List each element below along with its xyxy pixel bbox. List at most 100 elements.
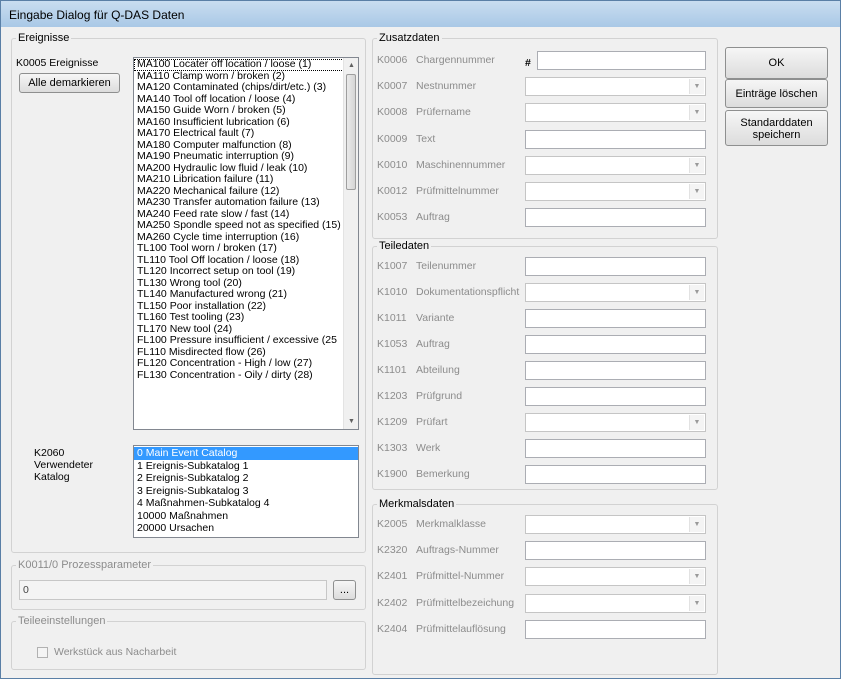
field-key: K2005 bbox=[377, 518, 408, 530]
catalog-listbox[interactable]: 0 Main Event Catalog 1 Ereignis-Subkatalo… bbox=[133, 445, 359, 538]
field-input[interactable] bbox=[525, 465, 706, 484]
catalog-label-line2: Verwendeter bbox=[34, 459, 93, 471]
chevron-down-icon[interactable]: ▼ bbox=[689, 517, 704, 532]
scroll-down-icon[interactable]: ▼ bbox=[344, 414, 358, 429]
list-item[interactable]: MA250 Spondle speed not as specified (15… bbox=[134, 219, 344, 232]
field-key: K1900 bbox=[377, 468, 408, 480]
field-key: K0006 bbox=[377, 54, 408, 66]
field-name: Prüfmittelauflösung bbox=[416, 622, 506, 635]
alle-demarkieren-button[interactable]: Alle demarkieren bbox=[19, 73, 120, 93]
chevron-down-icon[interactable]: ▼ bbox=[689, 79, 704, 95]
ereignisse-listbox[interactable]: MA100 Locater off location / loose (1) MA… bbox=[133, 57, 359, 430]
ereignisse-scrollbar[interactable]: ▲ ▼ bbox=[343, 58, 358, 429]
catalog-item[interactable]: 20000 Ursachen bbox=[134, 522, 358, 535]
catalog-label-key: K2060 bbox=[34, 447, 65, 459]
catalog-item[interactable]: 0 Main Event Catalog bbox=[134, 447, 358, 460]
catalog-item[interactable]: 4 Maßnahmen-Subkatalog 4 bbox=[134, 497, 358, 510]
dialog-client: Ereignisse K0005 Ereignisse Alle demarki… bbox=[6, 27, 835, 675]
field-input[interactable] bbox=[525, 361, 706, 380]
catalog-item[interactable]: 10000 Maßnahmen bbox=[134, 510, 358, 523]
list-item[interactable]: FL130 Concentration - Oily / dirty (28) bbox=[134, 369, 344, 382]
field-dropdown[interactable]: ▼ bbox=[525, 515, 706, 534]
field-name: Variante bbox=[416, 312, 455, 324]
ereignisse-legend: Ereignisse bbox=[18, 32, 70, 44]
field-input[interactable] bbox=[525, 129, 706, 149]
list-item[interactable]: TL100 Tool worn / broken (17) bbox=[134, 242, 344, 255]
werkstueck-checkbox[interactable] bbox=[37, 647, 48, 658]
list-item[interactable]: MA120 Contaminated (chips/dirt/etc.) (3) bbox=[134, 81, 344, 94]
field-key: K1203 bbox=[377, 390, 408, 402]
field-dropdown[interactable]: ▼ bbox=[525, 103, 706, 123]
catalog-item[interactable]: 1 Ereignis-Subkatalog 1 bbox=[134, 460, 358, 473]
field-key: K0009 bbox=[377, 132, 408, 145]
list-item[interactable]: MA230 Transfer automation failure (13) bbox=[134, 196, 344, 209]
eintraege-loeschen-button[interactable]: Einträge löschen bbox=[725, 79, 828, 108]
ereignisse-key-label: K0005 Ereignisse bbox=[16, 57, 99, 69]
field-name: Prüfername bbox=[416, 106, 471, 119]
list-item[interactable]: MA210 Librication failure (11) bbox=[134, 173, 344, 186]
list-item[interactable]: MA190 Pneumatic interruption (9) bbox=[134, 150, 344, 163]
field-name: Prüfmittelbezeichung bbox=[416, 596, 515, 609]
title-bar[interactable]: Eingabe Dialog für Q-DAS Daten bbox=[1, 1, 840, 27]
list-item[interactable]: TL160 Test tooling (23) bbox=[134, 311, 344, 324]
field-dropdown[interactable]: ▼ bbox=[525, 155, 706, 175]
field-input[interactable] bbox=[525, 208, 706, 228]
field-input[interactable] bbox=[525, 387, 706, 406]
list-item[interactable]: TL120 Incorrect setup on tool (19) bbox=[134, 265, 344, 278]
field-key: K0053 bbox=[377, 211, 408, 224]
field-input[interactable] bbox=[525, 439, 706, 458]
field-name: Nestnummer bbox=[416, 80, 477, 93]
field-name: Prüfmittelnummer bbox=[416, 185, 499, 197]
list-item[interactable]: TL140 Manufactured wrong (21) bbox=[134, 288, 344, 301]
catalog-item[interactable]: 2 Ereignis-Subkatalog 2 bbox=[134, 472, 358, 485]
field-input[interactable] bbox=[525, 335, 706, 354]
field-name: Chargennummer bbox=[416, 54, 495, 66]
list-item[interactable]: MA150 Guide Worn / broken (5) bbox=[134, 104, 344, 117]
prozess-input[interactable]: 0 bbox=[19, 580, 327, 600]
chevron-down-icon[interactable]: ▼ bbox=[689, 285, 704, 300]
teileeinstellungen-legend: Teileeinstellungen bbox=[18, 615, 106, 627]
field-key: K0008 bbox=[377, 106, 408, 119]
field-input[interactable] bbox=[537, 51, 706, 70]
chargennummer-hash: # bbox=[525, 57, 531, 69]
field-key: K1007 bbox=[377, 260, 408, 272]
field-name: Bemerkung bbox=[416, 468, 470, 480]
field-key: K1011 bbox=[377, 312, 407, 324]
chevron-down-icon[interactable]: ▼ bbox=[689, 595, 704, 611]
catalog-item[interactable]: 3 Ereignis-Subkatalog 3 bbox=[134, 485, 358, 498]
field-name: Dokumentationspflicht bbox=[416, 286, 520, 298]
scroll-up-icon[interactable]: ▲ bbox=[344, 58, 358, 73]
field-dropdown[interactable]: ▼ bbox=[525, 593, 706, 613]
standarddaten-speichern-button[interactable]: Standarddaten speichern bbox=[725, 110, 828, 146]
field-key: K1101 bbox=[377, 364, 407, 376]
prozess-legend: K0011/0 Prozessparameter bbox=[18, 559, 152, 571]
list-item[interactable]: FL120 Concentration - High / low (27) bbox=[134, 357, 344, 370]
chevron-down-icon[interactable]: ▼ bbox=[689, 184, 704, 199]
field-input[interactable] bbox=[525, 257, 706, 276]
chevron-down-icon[interactable]: ▼ bbox=[689, 415, 704, 430]
chevron-down-icon[interactable]: ▼ bbox=[689, 105, 704, 121]
field-input[interactable] bbox=[525, 619, 706, 639]
field-dropdown[interactable]: ▼ bbox=[525, 567, 706, 587]
chevron-down-icon[interactable]: ▼ bbox=[689, 569, 704, 585]
field-dropdown[interactable]: ▼ bbox=[525, 283, 706, 302]
field-input[interactable] bbox=[525, 309, 706, 328]
field-dropdown[interactable]: ▼ bbox=[525, 182, 706, 201]
list-item[interactable]: MA170 Electrical fault (7) bbox=[134, 127, 344, 140]
chevron-down-icon[interactable]: ▼ bbox=[689, 157, 704, 173]
scroll-thumb[interactable] bbox=[346, 74, 356, 190]
list-item[interactable]: MA100 Locater off location / loose (1) bbox=[134, 58, 344, 71]
prozess-browse-button[interactable]: ... bbox=[333, 580, 356, 600]
field-key: K1209 bbox=[377, 416, 408, 428]
zusatzdaten-legend: Zusatzdaten bbox=[379, 32, 440, 44]
list-item[interactable]: FL100 Pressure insufficient / excessive … bbox=[134, 334, 344, 347]
ok-button[interactable]: OK bbox=[725, 47, 828, 79]
field-dropdown[interactable]: ▼ bbox=[525, 77, 706, 97]
field-key: K0012 bbox=[377, 185, 408, 197]
field-input[interactable] bbox=[525, 541, 706, 561]
field-key: K0007 bbox=[377, 80, 408, 93]
field-dropdown[interactable]: ▼ bbox=[525, 413, 706, 432]
field-key: K2404 bbox=[377, 622, 408, 635]
catalog-items: 0 Main Event Catalog 1 Ereignis-Subkatalo… bbox=[134, 447, 358, 535]
field-name: Maschinennummer bbox=[416, 158, 506, 171]
